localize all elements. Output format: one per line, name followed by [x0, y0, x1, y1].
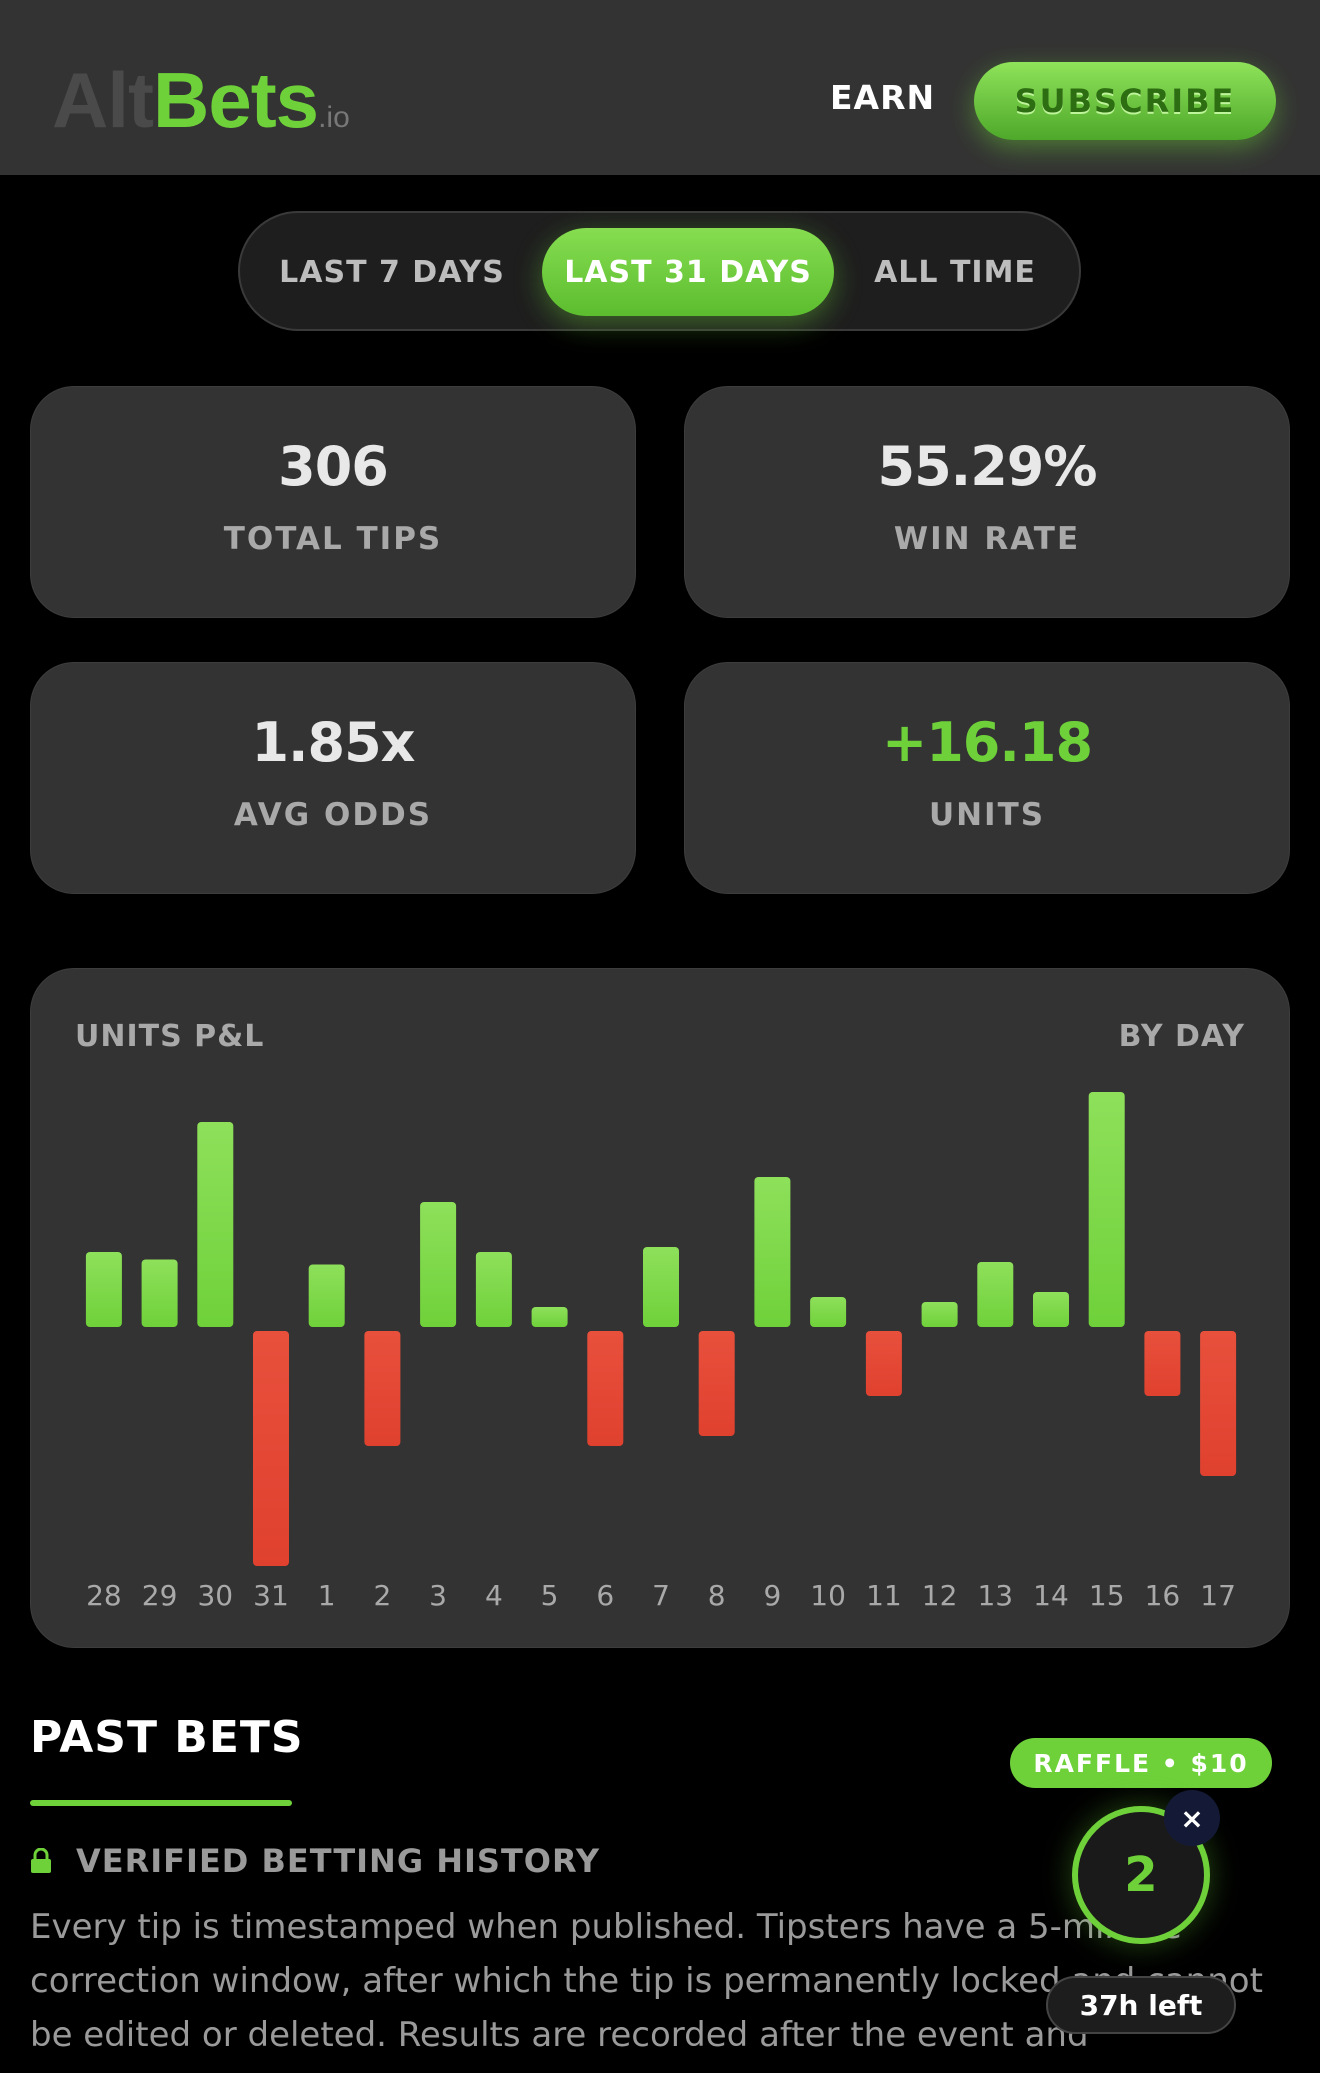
tick-label-30: 30 — [197, 1579, 233, 1612]
tick-label-7: 7 — [652, 1579, 670, 1612]
tick-label-17: 17 — [1200, 1579, 1236, 1612]
stat-card-units: +16.18 UNITS — [684, 662, 1290, 894]
tab-last-31-days[interactable]: LAST 31 DAYS — [542, 228, 834, 316]
bar-6[interactable] — [587, 1331, 624, 1446]
logo[interactable]: AltBets.io — [52, 55, 350, 146]
bar-28[interactable] — [85, 1252, 122, 1327]
units-label: UNITS — [928, 797, 1046, 833]
stat-card-avg-odds: 1.85x AVG ODDS — [30, 662, 636, 894]
tick-label-2: 2 — [373, 1579, 391, 1612]
units-value: +16.18 — [881, 711, 1093, 774]
bar-7[interactable] — [643, 1247, 679, 1327]
bar-14[interactable] — [1033, 1292, 1069, 1327]
tick-label-28: 28 — [86, 1579, 122, 1612]
tick-label-6: 6 — [596, 1579, 614, 1612]
tick-label-15: 15 — [1089, 1579, 1125, 1612]
win-rate-label: WIN RATE — [893, 521, 1081, 557]
tick-label-1: 1 — [318, 1579, 336, 1612]
bar-10[interactable] — [810, 1297, 847, 1327]
close-icon[interactable]: × — [1164, 1790, 1220, 1846]
tick-label-16: 16 — [1145, 1579, 1181, 1612]
bar-16[interactable] — [1144, 1331, 1181, 1396]
lock-icon — [31, 1848, 51, 1873]
tick-label-29: 29 — [142, 1579, 178, 1612]
tick-label-14: 14 — [1033, 1579, 1069, 1612]
units-pnl-chart-card: UNITS P&L BY DAY 28 29 30 31 1 2 3 4 5 6 7 8 9 10 11 12… — [30, 968, 1290, 1648]
bar-29[interactable] — [141, 1259, 178, 1328]
raffle-time-left: 37h left — [1046, 1976, 1236, 2034]
bar-4[interactable] — [475, 1252, 512, 1327]
bar-5[interactable] — [531, 1307, 568, 1327]
past-bets-title: PAST BETS — [30, 1712, 304, 1763]
tick-label-4: 4 — [485, 1579, 503, 1612]
bar-13[interactable] — [977, 1262, 1014, 1327]
past-bets-underline — [30, 1800, 292, 1806]
bar-9[interactable] — [754, 1177, 791, 1327]
bar-15[interactable] — [1088, 1092, 1125, 1327]
verified-history-label: VERIFIED BETTING HISTORY — [76, 1842, 601, 1880]
tick-label-13: 13 — [977, 1579, 1013, 1612]
subscribe-button[interactable]: SUBSCRIBE — [974, 62, 1276, 140]
bar-12[interactable] — [921, 1302, 958, 1327]
bar-2[interactable] — [364, 1331, 401, 1446]
period-tabs: LAST 7 DAYS LAST 31 DAYS ALL TIME — [238, 211, 1081, 331]
tick-label-12: 12 — [922, 1579, 958, 1612]
tick-label-9: 9 — [763, 1579, 781, 1612]
tab-last-7-days[interactable]: LAST 7 DAYS — [258, 228, 526, 316]
bar-3[interactable] — [420, 1202, 457, 1327]
bar-17[interactable] — [1200, 1331, 1237, 1476]
tick-label-8: 8 — [708, 1579, 726, 1612]
tick-label-3: 3 — [429, 1579, 447, 1612]
bar-30[interactable] — [197, 1122, 234, 1327]
avg-odds-value: 1.85x — [251, 711, 415, 774]
tick-label-5: 5 — [541, 1579, 559, 1612]
earn-link[interactable]: EARN — [830, 78, 935, 117]
tab-all-time[interactable]: ALL TIME — [848, 228, 1062, 316]
tick-label-31: 31 — [253, 1579, 289, 1612]
bar-8[interactable] — [698, 1331, 735, 1436]
total-tips-label: TOTAL TIPS — [223, 521, 443, 557]
bar-31[interactable] — [253, 1331, 289, 1566]
top-bar: AltBets.io EARN SUBSCRIBE — [0, 0, 1320, 175]
bar-1[interactable] — [308, 1264, 345, 1328]
tick-label-11: 11 — [866, 1579, 902, 1612]
stat-card-win-rate: 55.29% WIN RATE — [684, 386, 1290, 618]
units-pnl-chart: 28 29 30 31 1 2 3 4 5 6 7 8 9 10 11 12 13 14 15 16 17 — [85, 1092, 1237, 1612]
raffle-badge[interactable]: RAFFLE • $10 — [1010, 1738, 1272, 1788]
stat-card-total-tips: 306 TOTAL TIPS — [30, 386, 636, 618]
bar-11[interactable] — [865, 1331, 902, 1396]
total-tips-value: 306 — [278, 435, 389, 498]
tick-label-10: 10 — [810, 1579, 846, 1612]
win-rate-value: 55.29% — [877, 435, 1098, 498]
avg-odds-label: AVG ODDS — [233, 797, 433, 833]
